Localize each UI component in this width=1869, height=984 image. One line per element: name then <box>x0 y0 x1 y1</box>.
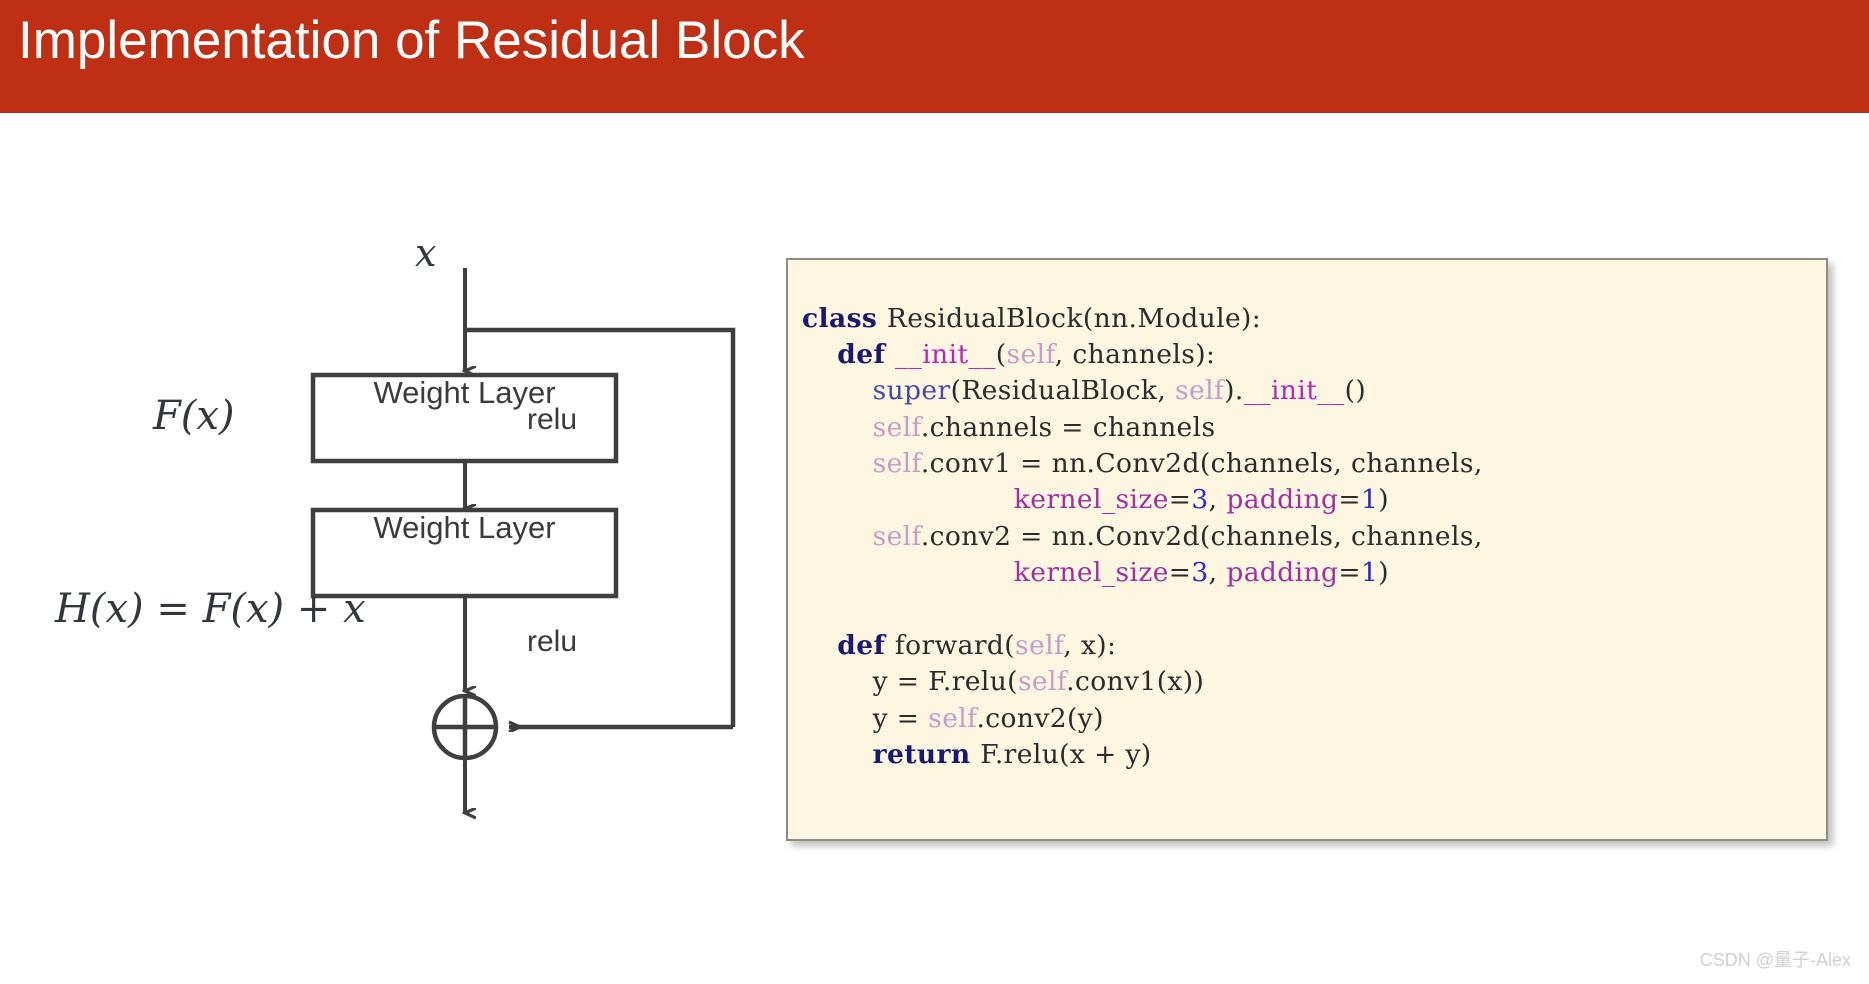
code-line: self.conv1 = nn.Conv2d(channels, channel… <box>802 446 1826 482</box>
code-token-plain: ( <box>995 338 1007 370</box>
code-line: y = F.relu(self.conv1(x)) <box>802 664 1826 700</box>
code-token-plain: ) <box>1378 484 1389 516</box>
code-token-plain: .conv2 = nn.Conv2d(channels, channels, <box>920 520 1483 552</box>
code-token-plain: , x): <box>1063 630 1117 662</box>
code-line: def forward(self, x): <box>802 628 1826 664</box>
input-label: x <box>415 231 437 275</box>
diagram-canvas <box>310 268 736 873</box>
code-token-kw: def <box>837 338 895 370</box>
code-token-plain: , <box>1208 557 1227 589</box>
code-block: class ResidualBlock(nn.Module): def __in… <box>788 287 1826 774</box>
code-token-plain: ) <box>1378 557 1389 589</box>
code-token-kw: return <box>872 739 981 771</box>
code-token-plain: y = <box>802 702 929 734</box>
code-token-plain: = <box>1338 484 1361 516</box>
code-token-func: super <box>872 375 951 407</box>
code-token-kw: class <box>802 302 887 334</box>
code-token-num: 1 <box>1360 557 1379 589</box>
watermark: CSDN @量子-Alex <box>1699 950 1851 970</box>
code-line: self.conv2 = nn.Conv2d(channels, channel… <box>802 519 1826 555</box>
code-token-param: padding <box>1226 484 1339 516</box>
code-token-param: padding <box>1226 557 1339 589</box>
code-token-dunder: __init__ <box>894 338 996 370</box>
code-token-self: self <box>1017 666 1067 698</box>
code-token-self: self <box>872 448 921 480</box>
code-line: class ResidualBlock(nn.Module): <box>802 301 1826 337</box>
code-token-num: 3 <box>1191 484 1209 516</box>
code-token-dunder: __init__ <box>1243 375 1345 407</box>
code-line: y = self.conv2(y) <box>802 701 1826 737</box>
code-token-self: self <box>872 520 921 552</box>
code-token-plain: , <box>1208 484 1227 516</box>
code-line <box>802 592 1826 628</box>
code-token-plain: = <box>1168 484 1192 516</box>
code-token-self: self <box>1174 375 1225 407</box>
code-token-param: kernel_size <box>1013 557 1169 589</box>
code-panel: class ResidualBlock(nn.Module): def __in… <box>786 258 1828 841</box>
code-line: def __init__(self, channels): <box>802 337 1826 373</box>
code-token-self: self <box>928 702 977 734</box>
relu-label-1: relu <box>527 403 578 436</box>
code-line: super(ResidualBlock, self).__init__() <box>802 373 1826 409</box>
code-line: kernel_size=3, padding=1) <box>802 555 1826 591</box>
code-token-plain: ). <box>1224 375 1244 407</box>
code-token-plain: = <box>1338 557 1361 589</box>
page-title: Implementation of Residual Block <box>18 11 805 70</box>
residual-block-diagram: x F(x) H(x) = F(x) + x Weight Layer Weig… <box>0 113 790 873</box>
code-token-plain: .conv1(x)) <box>1066 666 1205 698</box>
output-function-label: H(x) = F(x) + x <box>55 586 366 632</box>
code-token-param: kernel_size <box>1013 484 1169 516</box>
code-token-plain: ResidualBlock(nn.Module): <box>886 302 1262 334</box>
code-token-self: self <box>872 411 921 443</box>
residual-function-label: F(x) <box>153 393 235 439</box>
slide-header-bar: Implementation of Residual Block <box>0 0 1869 113</box>
code-token-plain: , channels): <box>1054 338 1216 370</box>
code-token-plain: .conv1 = nn.Conv2d(channels, channels, <box>920 448 1483 480</box>
code-token-plain: () <box>1344 375 1367 407</box>
relu-label-2: relu <box>527 625 578 658</box>
code-token-self: self <box>1006 338 1055 370</box>
weight-layer-label-2: Weight Layer <box>373 510 556 545</box>
code-line: return F.relu(x + y) <box>802 737 1826 773</box>
code-line: kernel_size=3, padding=1) <box>802 482 1826 518</box>
code-token-plain: = <box>1168 557 1192 589</box>
code-token-plain: forward( <box>894 630 1016 662</box>
code-token-num: 1 <box>1360 484 1379 516</box>
code-token-num: 3 <box>1191 557 1209 589</box>
code-token-self: self <box>1015 630 1064 662</box>
code-token-plain: .channels = channels <box>920 411 1216 443</box>
code-token-plain: y = F.relu( <box>802 666 1018 698</box>
code-token-plain: F.relu(x + y) <box>980 739 1152 771</box>
code-token-kw: def <box>837 630 895 662</box>
code-token-plain: (ResidualBlock, <box>950 375 1175 407</box>
code-line: self.channels = channels <box>802 410 1826 446</box>
code-token-plain: .conv2(y) <box>976 702 1104 734</box>
